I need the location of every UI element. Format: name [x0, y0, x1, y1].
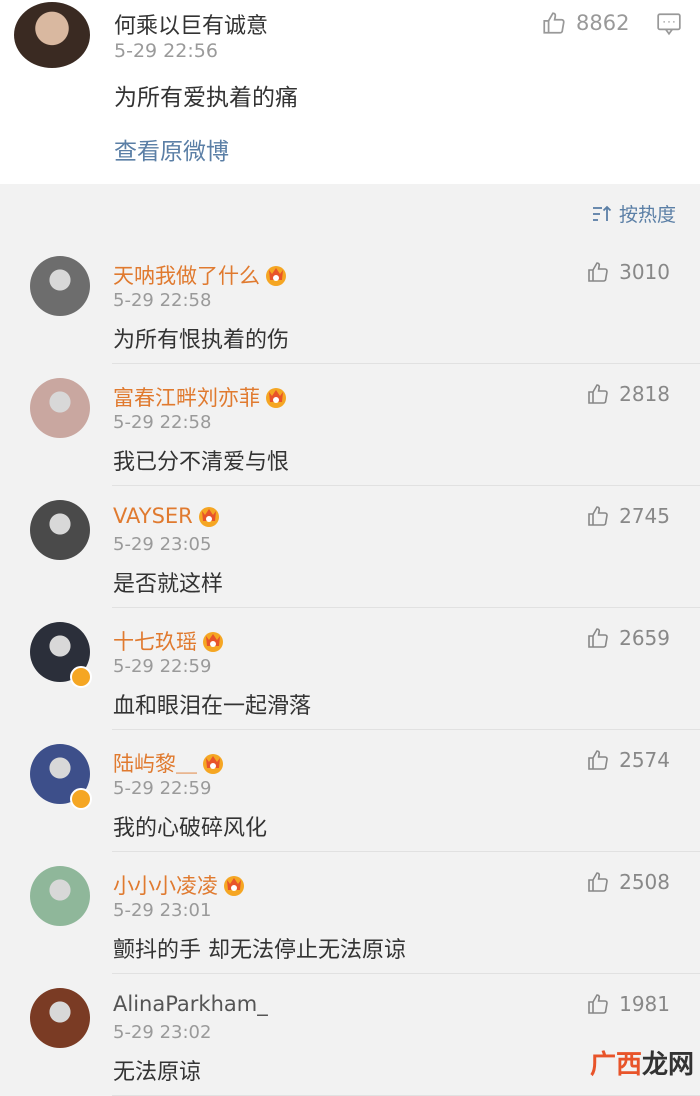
like-count: 1981: [619, 992, 670, 1016]
commenter-name[interactable]: 小小小凌凌: [113, 870, 246, 900]
like-button[interactable]: 3010: [585, 260, 670, 284]
comment-list: 天呐我做了什么 5-29 22:58 为所有恨执着的伤 3010 富春江畔刘亦菲 5-29…: [0, 242, 700, 1096]
comment-time: 5-29 23:05: [113, 534, 212, 555]
commenter-name-text: VAYSER: [113, 504, 193, 528]
like-button[interactable]: 2508: [585, 870, 670, 894]
commenter-name[interactable]: 十七玖瑶: [113, 626, 225, 656]
commenter-name-text: 陆屿黎＿: [113, 752, 197, 776]
like-button[interactable]: 2659: [585, 626, 670, 650]
commenter-name[interactable]: 陆屿黎＿: [113, 748, 225, 778]
vip-crown-icon: [266, 388, 286, 408]
thumbs-up-icon: [588, 384, 608, 404]
avatar[interactable]: [30, 500, 90, 560]
comment-time: 5-29 23:02: [113, 1022, 212, 1043]
like-count: 2574: [619, 748, 670, 772]
like-count: 2659: [619, 626, 670, 650]
thumbs-up-icon: [588, 994, 608, 1014]
commenter-name[interactable]: AlinaParkham_: [113, 992, 268, 1016]
thumbs-up-icon: [543, 12, 565, 34]
avatar[interactable]: [30, 866, 90, 926]
post-time: 5-29 22:56: [114, 40, 218, 62]
like-count: 2818: [619, 382, 670, 406]
sort-label: 按热度: [618, 204, 676, 226]
thumbs-up-icon: [588, 506, 608, 526]
like-count: 2508: [619, 870, 670, 894]
watermark: 广西龙网: [590, 1044, 694, 1081]
sort-bar: 按热度: [0, 184, 700, 242]
thumbs-up-icon: [588, 628, 608, 648]
verified-badge-icon: [70, 788, 92, 810]
avatar[interactable]: [30, 988, 90, 1048]
comment-time: 5-29 22:58: [113, 290, 212, 311]
watermark-part-1: 广西: [589, 1050, 642, 1080]
commenter-name-text: 十七玖瑶: [113, 630, 197, 654]
comment-row[interactable]: 天呐我做了什么 5-29 22:58 为所有恨执着的伤 3010: [0, 242, 700, 364]
author-name[interactable]: 何乘以巨有诚意: [114, 8, 268, 40]
commenter-name[interactable]: 天呐我做了什么: [113, 260, 288, 290]
vip-crown-icon: [224, 876, 244, 896]
comment-row[interactable]: 小小小凌凌 5-29 23:01 颤抖的手 却无法停止无法原谅 2508: [0, 852, 700, 974]
comment-row[interactable]: 富春江畔刘亦菲 5-29 22:58 我已分不清爱与恨 2818: [0, 364, 700, 486]
like-button[interactable]: 2818: [585, 382, 670, 406]
like-button[interactable]: 2745: [585, 504, 670, 528]
verified-badge-icon: [70, 666, 92, 688]
comment-row[interactable]: 陆屿黎＿ 5-29 22:59 我的心破碎风化 2574: [0, 730, 700, 852]
comment-row[interactable]: 十七玖瑶 5-29 22:59 血和眼泪在一起滑落 2659: [0, 608, 700, 730]
like-count: 2745: [619, 504, 670, 528]
comment-time: 5-29 22:58: [113, 412, 212, 433]
comment-text: 我已分不清爱与恨: [113, 450, 290, 475]
watermark-part-2: 龙网: [641, 1050, 694, 1080]
comment-time: 5-29 22:59: [113, 656, 212, 677]
commenter-name[interactable]: 富春江畔刘亦菲: [113, 382, 288, 412]
like-count: 3010: [619, 260, 670, 284]
thumbs-up-icon: [588, 872, 608, 892]
like-button[interactable]: 2574: [585, 748, 670, 772]
comment-time: 5-29 23:01: [113, 900, 212, 921]
view-original-link[interactable]: 查看原微博: [114, 132, 229, 166]
commenter-name-text: 小小小凌凌: [113, 874, 218, 898]
commenter-name-text: 天呐我做了什么: [113, 264, 260, 288]
comment-icon[interactable]: [656, 12, 682, 36]
like-count: 8862: [576, 11, 630, 35]
commenter-name-text: AlinaParkham_: [113, 992, 268, 1016]
avatar[interactable]: [14, 2, 90, 68]
commenter-name[interactable]: VAYSER: [113, 504, 221, 528]
like-button[interactable]: 8862: [540, 10, 629, 36]
comment-text: 我的心破碎风化: [113, 816, 268, 841]
thumbs-up-icon: [588, 262, 608, 282]
sort-by-hot-button[interactable]: 按热度: [591, 200, 676, 227]
like-button[interactable]: 1981: [585, 992, 670, 1016]
commenter-name-text: 富春江畔刘亦菲: [113, 386, 260, 410]
comment-text: 血和眼泪在一起滑落: [113, 694, 312, 719]
post-text: 为所有爱执着的痛: [114, 85, 298, 111]
vip-crown-icon: [203, 754, 223, 774]
vip-crown-icon: [198, 507, 219, 527]
thumbs-up-icon: [588, 750, 608, 770]
vip-crown-icon: [266, 266, 286, 286]
comment-row[interactable]: VAYSER 5-29 23:05 是否就这样 2745: [0, 486, 700, 608]
comment-text: 颤抖的手 却无法停止无法原谅: [113, 938, 406, 963]
comment-time: 5-29 22:59: [113, 778, 212, 799]
avatar[interactable]: [30, 256, 90, 316]
avatar[interactable]: [30, 378, 90, 438]
sort-icon: [592, 205, 612, 221]
comment-text: 无法原谅: [113, 1060, 202, 1085]
vip-crown-icon: [203, 632, 223, 652]
original-post: 何乘以巨有诚意 5-29 22:56 为所有爱执着的痛 查看原微博 8862: [0, 0, 700, 184]
comment-text: 是否就这样: [113, 572, 224, 597]
comment-text: 为所有恨执着的伤: [113, 328, 290, 353]
